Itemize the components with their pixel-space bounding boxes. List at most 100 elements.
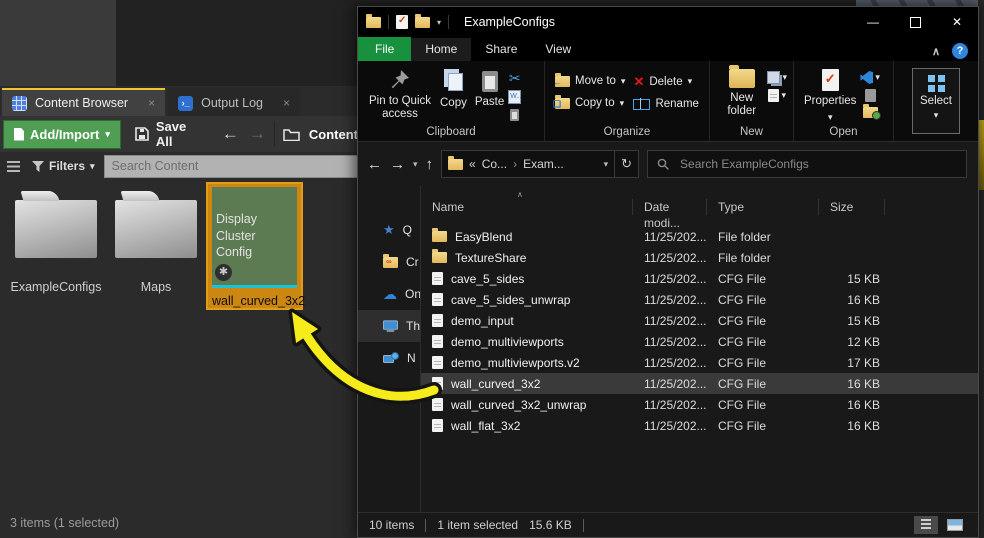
- details-view-button[interactable]: [914, 516, 938, 534]
- asset-type-color-bar: [212, 285, 297, 288]
- save-all-button[interactable]: Save All: [135, 119, 206, 149]
- title-bar[interactable]: ▾ ExampleConfigs — ✕: [358, 7, 978, 37]
- new-item-button[interactable]: ▾: [768, 89, 786, 102]
- unreal-content-browser-panel: Content Browser × Output Log × Add/Impor…: [0, 86, 358, 538]
- breadcrumb-segment[interactable]: Exam...: [523, 157, 564, 171]
- tab-share[interactable]: Share: [471, 38, 531, 61]
- button-label: Copy to: [575, 97, 615, 109]
- file-icon: [432, 293, 443, 306]
- thumbnail-view-icon: [947, 519, 963, 531]
- forward-button[interactable]: →: [390, 156, 405, 173]
- move-to-button[interactable]: ← Move to ▾: [553, 72, 625, 87]
- clipboard-small-buttons: ✂: [508, 66, 522, 121]
- close-tab-icon[interactable]: ×: [148, 96, 155, 110]
- easy-access-button[interactable]: ▾: [767, 71, 787, 84]
- explorer-search-input[interactable]: [678, 156, 958, 172]
- nav-item-network[interactable]: N: [358, 342, 420, 374]
- tab-output-log[interactable]: Output Log ×: [168, 88, 300, 116]
- crumb-overflow-icon[interactable]: «: [469, 157, 476, 171]
- file-row[interactable]: EasyBlend 11/25/202... File folder: [421, 226, 978, 247]
- funnel-icon: [32, 160, 44, 172]
- divider: [448, 15, 450, 29]
- file-icon: [432, 335, 443, 348]
- large-icons-view-button[interactable]: [943, 516, 967, 534]
- new-folder-quick-icon[interactable]: [415, 13, 430, 28]
- group-label: New: [739, 126, 763, 138]
- edit-icon[interactable]: [864, 89, 876, 102]
- output-log-icon: [178, 95, 194, 111]
- tab-view[interactable]: View: [531, 38, 585, 61]
- file-row[interactable]: demo_multiviewports 11/25/202... CFG Fil…: [421, 331, 978, 352]
- file-row[interactable]: wall_flat_3x2 11/25/202... CFG File 16 K…: [421, 415, 978, 436]
- open-with-vscode-button[interactable]: ▾: [860, 71, 880, 84]
- navigation-pane: ★ Q Cr ☁ On Th N: [358, 186, 421, 513]
- close-tab-icon[interactable]: ×: [283, 96, 290, 110]
- address-box[interactable]: « Co... › Exam... ▾ ↻: [441, 150, 640, 178]
- paste-shortcut-icon[interactable]: [510, 109, 520, 121]
- asset-wall-curved-3x2-selected[interactable]: Display Cluster Config ✱ wall_curved_3x2: [206, 182, 305, 310]
- filters-button[interactable]: Filters ▾: [32, 159, 95, 173]
- file-row[interactable]: demo_multiviewports.v2 11/25/202... CFG …: [421, 352, 978, 373]
- maximize-button[interactable]: [894, 7, 936, 37]
- copy-button[interactable]: Copy: [436, 66, 471, 110]
- file-rows: EasyBlend 11/25/202... File folder Textu…: [421, 226, 978, 436]
- customize-toolbar-icon[interactable]: ▾: [437, 18, 441, 27]
- properties-quick-icon[interactable]: [396, 15, 408, 29]
- file-row[interactable]: demo_input 11/25/202... CFG File 15 KB: [421, 310, 978, 331]
- breadcrumb-segment[interactable]: Co...: [482, 157, 507, 171]
- file-icon: [432, 419, 443, 432]
- up-button[interactable]: ↑: [426, 156, 434, 173]
- tab-content-browser[interactable]: Content Browser ×: [2, 88, 166, 116]
- file-row[interactable]: cave_5_sides_unwrap 11/25/202... CFG Fil…: [421, 289, 978, 310]
- back-button[interactable]: ←: [367, 156, 382, 173]
- column-header-name[interactable]: Name: [421, 199, 633, 215]
- ue-filter-bar: Filters ▾: [0, 152, 358, 180]
- file-row[interactable]: wall_curved_3x2_unwrap 11/25/202... CFG …: [421, 394, 978, 415]
- ue-status-text: 3 items (1 selected): [10, 516, 120, 530]
- minimize-button[interactable]: —: [852, 7, 894, 37]
- properties-button[interactable]: Properties ▾: [800, 66, 860, 123]
- add-import-button[interactable]: Add/Import ▾: [3, 119, 121, 149]
- recent-locations-icon[interactable]: ▾: [413, 159, 418, 170]
- copy-icon: [448, 73, 464, 91]
- refresh-icon[interactable]: ↻: [621, 156, 632, 172]
- new-folder-button[interactable]: New folder: [716, 65, 767, 118]
- collapse-ribbon-icon[interactable]: ∧: [932, 45, 940, 58]
- delete-button[interactable]: ✕ Delete ▾: [633, 75, 698, 88]
- toggle-sources-icon[interactable]: [7, 160, 20, 172]
- tab-home[interactable]: Home: [411, 38, 472, 61]
- help-icon[interactable]: ?: [952, 43, 968, 59]
- back-arrow-icon[interactable]: ←: [222, 124, 239, 144]
- file-row[interactable]: cave_5_sides 11/25/202... CFG File 15 KB: [421, 268, 978, 289]
- asset-folder-exampleconfigs[interactable]: ExampleConfigs: [6, 182, 106, 294]
- nav-item-quick-access[interactable]: ★ Q: [358, 214, 420, 246]
- file-row[interactable]: TextureShare 11/25/202... File folder: [421, 247, 978, 268]
- close-button[interactable]: ✕: [936, 7, 978, 37]
- tab-file[interactable]: File: [358, 37, 412, 61]
- select-button[interactable]: Select ▾: [912, 68, 960, 134]
- nav-label: Cr: [406, 255, 419, 269]
- breadcrumb[interactable]: Content: [283, 127, 358, 142]
- file-row-selected[interactable]: wall_curved_3x2 11/25/202... CFG File 16…: [421, 373, 978, 394]
- forward-arrow-icon[interactable]: →: [249, 124, 266, 144]
- copy-path-icon[interactable]: [508, 90, 522, 104]
- address-dropdown-icon[interactable]: ▾: [604, 159, 609, 170]
- history-icon[interactable]: [862, 104, 881, 120]
- nav-item-creative-cloud[interactable]: Cr: [358, 246, 420, 278]
- column-header-date[interactable]: Date modi...: [633, 199, 707, 230]
- folder-icon: [115, 200, 197, 258]
- pin-to-quick-access-button[interactable]: Pin to Quick access: [364, 66, 436, 121]
- content-search-input[interactable]: [103, 154, 358, 178]
- copy-to-button[interactable]: ❏ Copy to ▾: [553, 94, 625, 109]
- cut-icon[interactable]: ✂: [509, 71, 521, 85]
- open-small-buttons: ▾: [860, 66, 881, 120]
- asset-folder-maps[interactable]: Maps: [106, 182, 206, 294]
- copy-to-icon: ❏: [553, 94, 570, 109]
- rename-button[interactable]: Rename: [633, 97, 699, 110]
- search-box[interactable]: [647, 150, 968, 178]
- nav-item-this-pc[interactable]: Th: [358, 310, 420, 342]
- paste-button[interactable]: Paste: [471, 66, 508, 109]
- column-header-type[interactable]: Type: [707, 199, 819, 215]
- nav-item-onedrive[interactable]: ☁ On: [358, 278, 420, 310]
- column-header-size[interactable]: Size: [819, 199, 885, 215]
